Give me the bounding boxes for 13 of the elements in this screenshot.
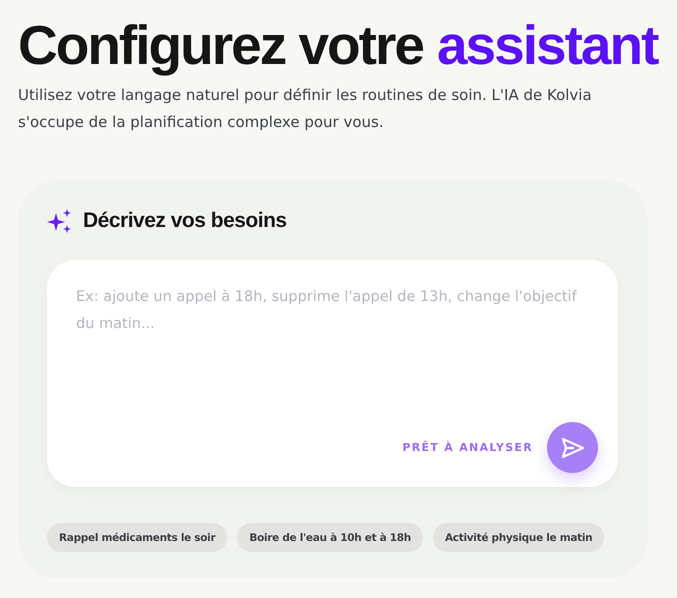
message-composer[interactable]: Ex: ajoute un appel à 18h, supprime l'appel de 13h, change l'objectif du matin... PRÊT À ANALYSER xyxy=(47,260,618,487)
suggestion-chip[interactable]: Activité physique le matin xyxy=(432,523,604,552)
status-label: PRÊT À ANALYSER xyxy=(402,441,533,454)
card-heading: Décrivez vos besoins xyxy=(83,209,287,233)
request-input-field[interactable]: Ex: ajoute un appel à 18h, supprime l'appel de 13h, change l'objectif du matin... xyxy=(76,284,598,422)
send-button[interactable] xyxy=(547,422,598,473)
suggestion-chip[interactable]: Boire de l'eau à 10h et à 18h xyxy=(237,523,423,552)
page-title: Configurez votre xyxy=(18,13,423,78)
send-icon xyxy=(562,438,584,458)
suggestion-chip[interactable]: Rappel médicaments le soir xyxy=(47,523,228,552)
page-title-highlight: assistant xyxy=(436,13,658,78)
sparkles-icon xyxy=(47,208,73,234)
page-subtitle: Utilisez votre langage naturel pour définir les routines de soin. L'IA de Kolvia s'occupe de la planification complexe pour vous. xyxy=(18,85,593,133)
